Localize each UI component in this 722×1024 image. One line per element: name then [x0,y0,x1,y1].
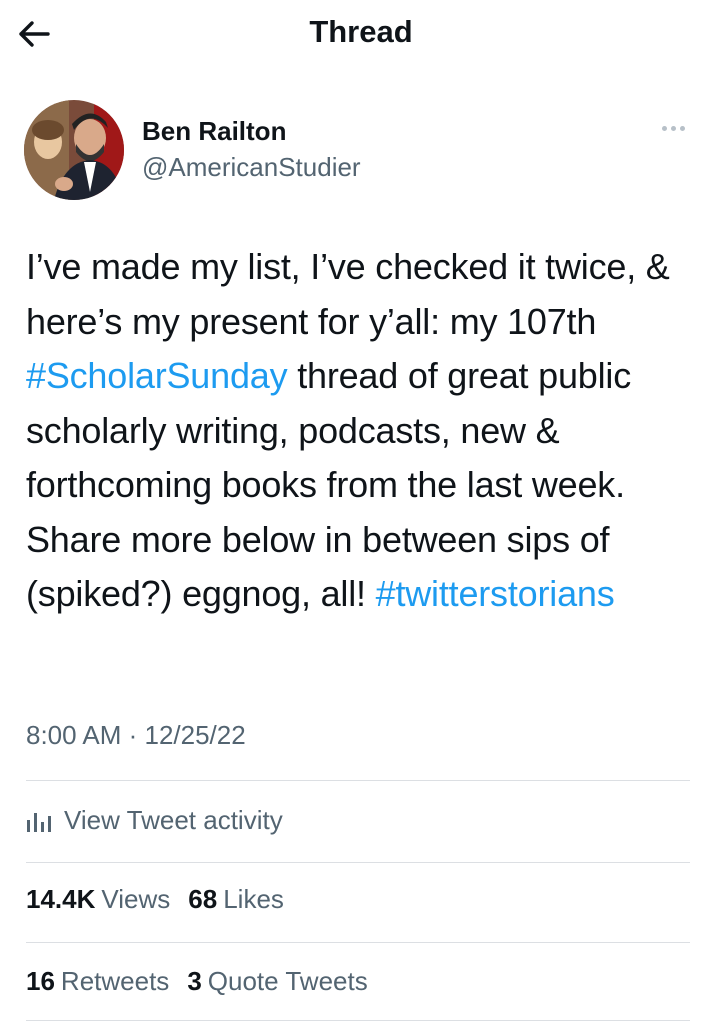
author-handle[interactable]: @AmericanStudier [142,152,361,183]
bar-chart-icon [27,813,51,832]
retweets-stat[interactable]: 16 Retweets [26,966,169,997]
divider [26,942,690,943]
avatar[interactable] [24,100,124,200]
page-title: Thread [309,14,413,49]
stats-row: 16 Retweets 3 Quote Tweets [26,966,386,997]
retweets-count: 16 [26,966,55,996]
divider [26,1020,690,1021]
view-tweet-activity-link[interactable]: View Tweet activity [26,798,283,842]
quotes-count: 3 [187,966,202,996]
likes-stat[interactable]: 68 Likes [188,884,284,915]
tweet-text: I’ve made my list, I’ve checked it twice… [26,240,696,622]
divider [26,862,690,863]
views-stat[interactable]: 14.4K Views [26,884,170,915]
author-name[interactable]: Ben Railton [142,116,286,147]
hashtag-link[interactable]: #ScholarSunday [26,355,288,396]
top-bar: Thread [0,0,722,70]
views-count: 14.4K [26,884,96,914]
quotes-label: Quote Tweets [207,966,368,996]
divider [26,780,690,781]
likes-label: Likes [223,884,284,914]
tweet-timestamp[interactable]: 8:00 AM · 12/25/22 [26,720,246,751]
activity-label: View Tweet activity [64,804,283,835]
stats-row: 14.4K Views 68 Likes [26,884,302,915]
quote-tweets-stat[interactable]: 3 Quote Tweets [187,966,367,997]
tweet-author: Ben Railton @AmericanStudier [24,100,704,200]
views-label: Views [101,884,171,914]
hashtag-link[interactable]: #twitterstorians [376,573,615,614]
likes-count: 68 [188,884,218,914]
tweet-text-part: I’ve made my list, I’ve checked it twice… [26,246,670,342]
retweets-label: Retweets [60,966,170,996]
more-options-button[interactable] [656,116,690,140]
